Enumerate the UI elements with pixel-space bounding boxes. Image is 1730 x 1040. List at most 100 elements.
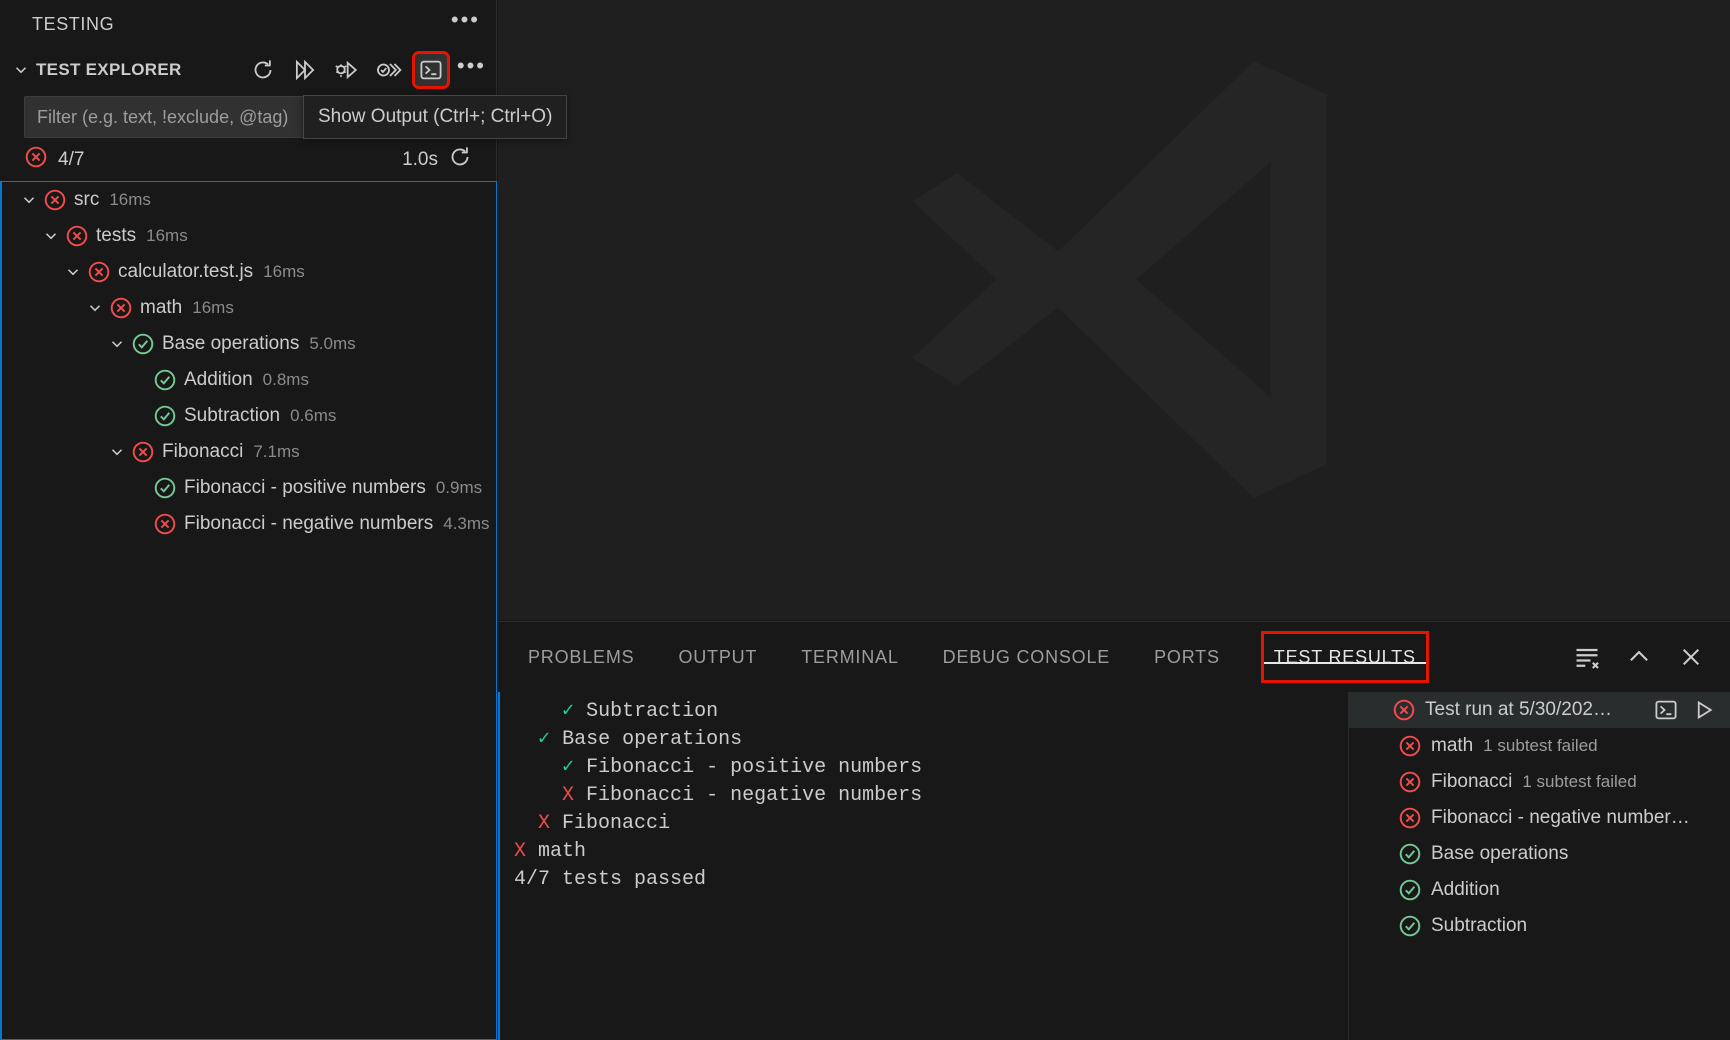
rerun-icon[interactable] xyxy=(448,145,472,175)
chevron-down-icon[interactable] xyxy=(16,191,42,209)
test-tree-row[interactable]: src16ms xyxy=(2,182,496,218)
test-duration: 16ms xyxy=(263,262,305,282)
tab-problems[interactable]: PROBLEMS xyxy=(528,622,634,692)
test-result-row[interactable]: Fibonacci - negative number… xyxy=(1349,800,1730,836)
close-panel-icon[interactable] xyxy=(1676,642,1706,672)
test-passed-icon xyxy=(152,404,178,428)
panel-tab-bar: PROBLEMS OUTPUT TERMINAL DEBUG CONSOLE PORTS… xyxy=(498,622,1730,692)
test-results-list[interactable]: Test run at 5/30/202… math 1 subtest faile… xyxy=(1348,692,1730,1040)
status-count: 4/7 xyxy=(58,149,84,171)
terminal-line: X Fibonacci - negative numbers xyxy=(514,782,1348,810)
vscode-logo-watermark xyxy=(834,28,1394,593)
test-tree-row[interactable]: tests16ms xyxy=(2,218,496,254)
test-result-label: math xyxy=(1431,735,1473,757)
terminal-line-text: Fibonacci - positive numbers xyxy=(586,756,922,779)
pass-marker: ✓ xyxy=(562,700,574,723)
tab-ports[interactable]: PORTS xyxy=(1154,622,1220,692)
test-output-terminal[interactable]: ✓ Subtraction ✓ Base operations ✓ Fibona… xyxy=(498,692,1348,1040)
test-failed-icon xyxy=(130,440,156,464)
chevron-down-icon[interactable] xyxy=(82,299,108,317)
test-tree-row[interactable]: calculator.test.js 16ms xyxy=(2,254,496,290)
terminal-line-text: Subtraction xyxy=(586,700,718,723)
test-result-label: Fibonacci - negative number… xyxy=(1431,807,1690,829)
clear-output-icon[interactable] xyxy=(1572,642,1602,672)
test-explorer-header: TEST EXPLORER xyxy=(0,48,496,92)
test-passed-icon xyxy=(1397,914,1423,938)
panel-actions xyxy=(1572,642,1730,672)
terminal-line-text: 4/7 tests passed xyxy=(514,868,706,891)
terminal-line: ✓ Base operations xyxy=(514,726,1348,754)
test-tree-row[interactable]: Fibonacci - negative numbers4.3ms xyxy=(2,506,496,542)
test-run-row-actions xyxy=(1652,696,1730,724)
sidebar-more-actions-icon[interactable]: ••• xyxy=(451,15,480,33)
show-output-icon[interactable] xyxy=(415,54,447,86)
editor-area xyxy=(498,0,1730,620)
section-title: TEST EXPLORER xyxy=(36,60,182,80)
refresh-tests-icon[interactable] xyxy=(247,54,279,86)
test-failed-icon xyxy=(86,260,112,284)
test-result-subtext: 1 subtest failed xyxy=(1483,736,1597,756)
test-tree-label: Fibonacci xyxy=(162,441,243,463)
tooltip-text: Show Output (Ctrl+; Ctrl+O) xyxy=(318,106,552,128)
terminal-line: ✓ Fibonacci - positive numbers xyxy=(514,754,1348,782)
test-result-row[interactable]: Subtraction xyxy=(1349,908,1730,944)
test-result-subtext: 1 subtest failed xyxy=(1522,772,1636,792)
test-result-row[interactable]: Fibonacci 1 subtest failed xyxy=(1349,764,1730,800)
run-tests-with-coverage-icon[interactable] xyxy=(373,54,405,86)
test-tree-label: math xyxy=(140,297,182,319)
test-passed-icon xyxy=(1397,878,1423,902)
views-and-more-actions-icon[interactable]: ••• xyxy=(457,61,486,79)
terminal-line-text: math xyxy=(538,840,586,863)
test-tree-label: Fibonacci - negative numbers xyxy=(184,513,433,535)
debug-all-tests-icon[interactable] xyxy=(331,54,363,86)
test-tree-row[interactable]: math16ms xyxy=(2,290,496,326)
test-failed-icon xyxy=(64,224,90,248)
chevron-down-icon[interactable] xyxy=(38,227,64,245)
run-all-tests-icon[interactable] xyxy=(289,54,321,86)
chevron-down-icon[interactable] xyxy=(10,59,32,81)
chevron-down-icon[interactable] xyxy=(104,443,130,461)
chevron-down-icon[interactable] xyxy=(60,263,86,281)
test-tree-label: calculator.test.js xyxy=(118,261,253,283)
test-result-row[interactable]: Addition xyxy=(1349,872,1730,908)
tab-output[interactable]: OUTPUT xyxy=(678,622,757,692)
test-duration: 0.8ms xyxy=(263,370,309,390)
test-tree-label: tests xyxy=(96,225,136,247)
test-failed-icon xyxy=(1397,806,1423,830)
test-result-label: Addition xyxy=(1431,879,1500,901)
fail-marker: X xyxy=(514,840,526,863)
test-result-label: Fibonacci xyxy=(1431,771,1512,793)
test-tree-label: Base operations xyxy=(162,333,299,355)
maximize-panel-icon[interactable] xyxy=(1624,642,1654,672)
test-failed-icon xyxy=(1397,770,1423,794)
test-tree-row[interactable]: Base operations5.0ms xyxy=(2,326,496,362)
test-run-header-row[interactable]: Test run at 5/30/202… xyxy=(1349,692,1730,728)
terminal-line-text: Fibonacci xyxy=(562,812,670,835)
test-tree[interactable]: src16mstests16ms calculator.test.js 16ms ma… xyxy=(0,181,497,1040)
status-duration: 1.0s xyxy=(402,149,438,171)
test-tree-row[interactable]: Addition 0.8ms xyxy=(2,362,496,398)
test-passed-icon xyxy=(1397,842,1423,866)
tab-debug-console[interactable]: DEBUG CONSOLE xyxy=(943,622,1110,692)
show-output-icon[interactable] xyxy=(1652,696,1680,724)
terminal-line: ✓ Subtraction xyxy=(514,698,1348,726)
test-passed-icon xyxy=(130,332,156,356)
test-result-row[interactable]: Base operations xyxy=(1349,836,1730,872)
test-tree-label: src xyxy=(74,189,99,211)
test-tree-row[interactable]: Fibonacci - positive numbers0.9ms xyxy=(2,470,496,506)
test-tree-label: Addition xyxy=(184,369,253,391)
chevron-down-icon[interactable] xyxy=(104,335,130,353)
test-tree-row[interactable]: Subtraction0.6ms xyxy=(2,398,496,434)
testing-sidebar: TESTING ••• TEST EXPLORER xyxy=(0,0,497,1040)
rerun-icon[interactable] xyxy=(1690,696,1718,724)
terminal-line-text: Fibonacci - negative numbers xyxy=(586,784,922,807)
tab-test-results[interactable]: TEST RESULTS xyxy=(1264,634,1426,680)
status-failed-icon xyxy=(24,145,48,175)
pass-marker: ✓ xyxy=(562,756,574,779)
show-output-tooltip: Show Output (Ctrl+; Ctrl+O) xyxy=(303,95,567,139)
test-failed-icon xyxy=(1391,698,1417,722)
test-tree-row[interactable]: Fibonacci7.1ms xyxy=(2,434,496,470)
tab-terminal[interactable]: TERMINAL xyxy=(801,622,898,692)
test-result-row[interactable]: math 1 subtest failed xyxy=(1349,728,1730,764)
test-tree-label: Fibonacci - positive numbers xyxy=(184,477,426,499)
